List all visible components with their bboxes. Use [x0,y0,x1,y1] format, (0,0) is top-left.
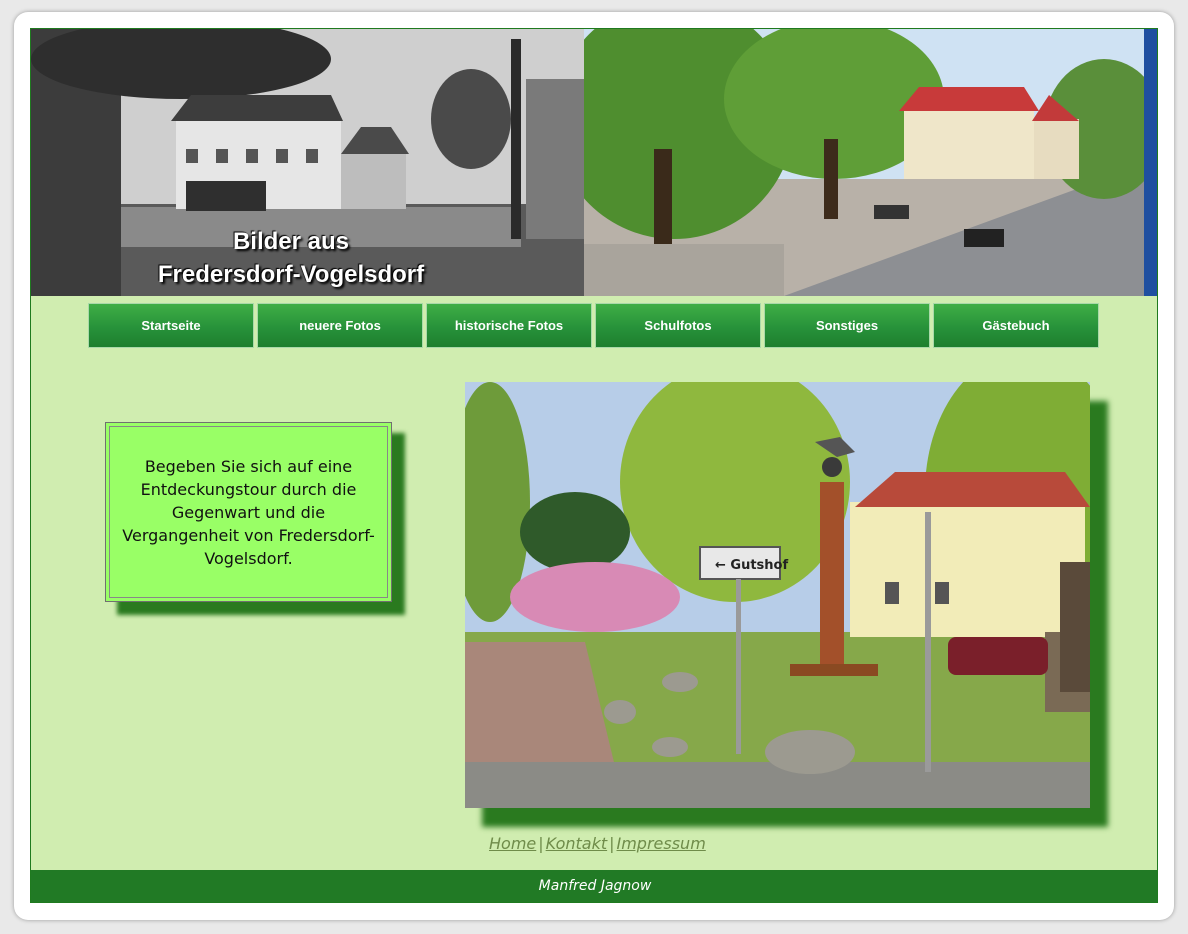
gutshof-sign-text: ← Gutshof [715,558,788,573]
header-title: Bilder aus Fredersdorf-Vogelsdorf [71,225,511,291]
gutshof-photo-drawing: ← Gutshof [465,382,1090,808]
historic-photo: Bilder aus Fredersdorf-Vogelsdorf [31,29,584,296]
modern-photo-drawing [584,29,1157,296]
nav-schulfotos[interactable]: Schulfotos [595,303,761,348]
site-frame: Bilder aus Fredersdorf-Vogelsdorf Starts… [30,28,1158,903]
contact-link[interactable]: Kontakt [546,834,607,853]
nav-historische-fotos[interactable]: historische Fotos [426,303,592,348]
nav-startseite[interactable]: Startseite [88,303,254,348]
imprint-link[interactable]: Impressum [617,834,706,853]
intro-box: Begeben Sie sich auf eine Entdeckungstou… [105,422,392,602]
intro-text: Begeben Sie sich auf eine Entdeckungstou… [122,456,375,568]
link-separator: | [538,834,544,853]
home-link[interactable]: Home [489,834,536,853]
footer-bar: Manfred Jagnow [31,870,1157,902]
footer-author: Manfred Jagnow [538,878,652,894]
gutshof-photo: ← Gutshof [465,382,1090,808]
modern-photo: 0 3 6 2 7 8 [584,29,1157,296]
main-navigation: Startseite neuere Fotos historische Foto… [88,303,1099,348]
nav-neuere-fotos[interactable]: neuere Fotos [257,303,423,348]
nav-gaestebuch[interactable]: Gästebuch [933,303,1099,348]
footer-links: Home | Kontakt | Impressum [489,834,706,853]
link-separator: | [609,834,615,853]
nav-sonstiges[interactable]: Sonstiges [764,303,930,348]
header-title-line2: Fredersdorf-Vogelsdorf [157,261,425,288]
header-banner: Bilder aus Fredersdorf-Vogelsdorf [31,29,1157,296]
header-title-line1: Bilder aus [232,228,350,255]
